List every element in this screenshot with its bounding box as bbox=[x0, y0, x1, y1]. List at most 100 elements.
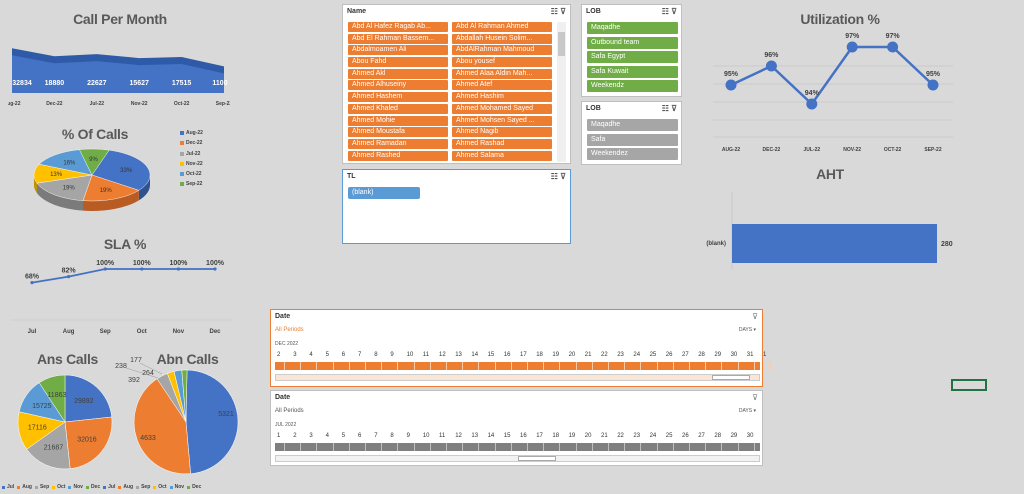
timeline-day-cell[interactable] bbox=[332, 362, 334, 370]
timeline-day-cell[interactable] bbox=[510, 443, 512, 451]
timeline-day-cell[interactable] bbox=[608, 443, 609, 451]
timeline-day-cell[interactable] bbox=[397, 362, 399, 370]
timeline-day-cell[interactable] bbox=[721, 362, 723, 370]
timeline-day-cell[interactable] bbox=[527, 362, 528, 370]
timeline-day-cell[interactable] bbox=[575, 362, 577, 370]
timeline-day-cell[interactable] bbox=[591, 443, 593, 451]
name-slicer-item[interactable]: Ahmed Mohie bbox=[348, 115, 448, 126]
timeline-day-cell[interactable] bbox=[640, 443, 642, 451]
lob-slicer-1-item[interactable]: Safa Egypt bbox=[587, 51, 678, 63]
lob-slicer-1-item[interactable]: Safa Kuwait bbox=[587, 65, 678, 78]
name-slicer-item[interactable]: AbdAlRahman Mahmoud bbox=[452, 45, 552, 56]
name-slicer-item[interactable]: Abou yousef bbox=[452, 57, 552, 68]
scrollbar-thumb[interactable] bbox=[712, 375, 750, 380]
timeline-day-cell[interactable] bbox=[381, 443, 383, 451]
timeline-day-cell[interactable] bbox=[705, 443, 707, 451]
clear-filter-icon[interactable]: ⊽ bbox=[752, 393, 758, 402]
timeline-day-cell[interactable] bbox=[510, 362, 512, 370]
timeline-day-cell[interactable] bbox=[494, 443, 496, 451]
clear-filter-icon[interactable]: ⊽ bbox=[671, 7, 677, 16]
timeline-day-cell[interactable] bbox=[705, 362, 707, 370]
name-slicer-item[interactable]: Ahmed Alaa Aldin Mah... bbox=[452, 68, 552, 79]
name-slicer-item[interactable]: Ahmed Khaled bbox=[348, 103, 448, 114]
timeline-2-unit-dropdown[interactable]: DAYS ▾ bbox=[739, 408, 756, 414]
name-slicer-item[interactable]: Ahmed Mohsen Sayed ... bbox=[452, 115, 552, 126]
timeline-day-cell[interactable] bbox=[478, 362, 480, 370]
timeline-day-cell[interactable] bbox=[284, 443, 285, 451]
timeline-day-cell[interactable] bbox=[365, 362, 366, 370]
tl-slicer[interactable]: TL ☷ ⊽ (blank) bbox=[342, 169, 571, 244]
timeline-day-cell[interactable] bbox=[624, 362, 626, 370]
name-slicer-item[interactable]: Abdallah Husein Solim... bbox=[452, 33, 552, 44]
timeline-day-cell[interactable] bbox=[284, 362, 285, 370]
timeline-day-cell[interactable] bbox=[559, 362, 561, 370]
name-slicer-item[interactable]: Ahmed Alhuseiny bbox=[348, 80, 448, 91]
timeline-day-cell[interactable] bbox=[656, 362, 658, 370]
timeline-day-cell[interactable] bbox=[608, 362, 609, 370]
clear-filter-icon[interactable]: ⊽ bbox=[671, 104, 677, 113]
name-slicer-item[interactable]: Ahmed Mohamed Sayed bbox=[452, 103, 552, 114]
timeline-1-unit-dropdown[interactable]: DAYS ▾ bbox=[739, 327, 756, 333]
multi-select-icon[interactable]: ☷ bbox=[662, 7, 669, 16]
lob-slicer-1-item[interactable]: Outbound team bbox=[587, 36, 678, 49]
name-slicer-item[interactable]: Ahmed Hashim bbox=[452, 92, 552, 103]
timeline-day-cell[interactable] bbox=[689, 443, 690, 451]
name-slicer-scrollbar[interactable] bbox=[557, 22, 566, 162]
timeline-day-cell[interactable] bbox=[413, 362, 415, 370]
timeline-1-scrollbar[interactable] bbox=[275, 374, 760, 381]
timeline-day-cell[interactable] bbox=[559, 443, 561, 451]
timeline-1-all-periods[interactable]: All Periods bbox=[275, 327, 304, 333]
name-slicer-item[interactable]: Ahmed Nagib bbox=[452, 127, 552, 138]
timeline-day-cell[interactable] bbox=[624, 443, 626, 451]
lob-slicer-2-item[interactable]: Maqadhe bbox=[587, 119, 678, 131]
name-slicer-item[interactable]: Ahmed Moustafa bbox=[348, 127, 448, 138]
timeline-day-cell[interactable] bbox=[332, 443, 334, 451]
name-slicer-item[interactable]: Ahmed Rashad bbox=[452, 138, 552, 149]
timeline-day-cell[interactable] bbox=[316, 443, 318, 451]
timeline-day-cell[interactable] bbox=[543, 443, 545, 451]
scrollbar-thumb[interactable] bbox=[518, 456, 556, 461]
date-timeline-2[interactable]: Date ⊽ All Periods DAYS ▾ JUL 2022 12345… bbox=[270, 390, 763, 466]
timeline-day-cell[interactable] bbox=[575, 443, 577, 451]
name-slicer-item[interactable]: Abou Fahd bbox=[348, 57, 448, 68]
name-slicer-item[interactable]: Ahmed Atef bbox=[452, 80, 552, 91]
timeline-day-cell[interactable] bbox=[462, 362, 464, 370]
scrollbar-thumb[interactable] bbox=[558, 32, 565, 56]
timeline-day-cell[interactable] bbox=[672, 362, 674, 370]
timeline-day-cell[interactable] bbox=[478, 443, 480, 451]
timeline-day-cell[interactable] bbox=[721, 443, 723, 451]
timeline-day-cell[interactable] bbox=[591, 362, 593, 370]
timeline-day-cell[interactable] bbox=[316, 362, 318, 370]
lob-slicer-1-item[interactable]: Maqadhe bbox=[587, 22, 678, 34]
clear-filter-icon[interactable]: ⊽ bbox=[560, 7, 566, 16]
lob-slicer-2[interactable]: LOB ☷ ⊽ Maqadhe Safa Weekendez bbox=[581, 101, 682, 165]
name-slicer-item[interactable]: Ahmed Salama bbox=[452, 150, 552, 161]
multi-select-icon[interactable]: ☷ bbox=[551, 7, 558, 16]
timeline-day-cell[interactable] bbox=[300, 362, 302, 370]
timeline-day-cell[interactable] bbox=[656, 443, 658, 451]
timeline-day-cell[interactable] bbox=[753, 443, 755, 451]
timeline-day-cell[interactable] bbox=[462, 443, 464, 451]
timeline-day-cell[interactable] bbox=[381, 362, 383, 370]
lob-slicer-2-item[interactable]: Weekendez bbox=[587, 148, 678, 160]
timeline-2-all-periods[interactable]: All Periods bbox=[275, 408, 304, 414]
timeline-day-cell[interactable] bbox=[413, 443, 415, 451]
timeline-day-cell[interactable] bbox=[737, 443, 739, 451]
name-slicer-item[interactable]: Ahmed Akl bbox=[348, 68, 448, 79]
timeline-day-cell[interactable] bbox=[753, 362, 755, 370]
timeline-1-bar[interactable] bbox=[275, 362, 771, 370]
clear-filter-icon[interactable]: ⊽ bbox=[560, 172, 566, 181]
name-slicer-item[interactable]: Abdalmoamen Ali bbox=[348, 45, 448, 56]
clear-filter-icon[interactable]: ⊽ bbox=[752, 312, 758, 321]
tl-item-blank[interactable]: (blank) bbox=[348, 187, 420, 199]
timeline-day-cell[interactable] bbox=[397, 443, 399, 451]
name-slicer[interactable]: Name ☷ ⊽ Abd Al Hafez Ragab Ab... Abd El … bbox=[342, 4, 571, 164]
timeline-day-cell[interactable] bbox=[527, 443, 528, 451]
name-slicer-item[interactable]: Abd El Rahman Bassem... bbox=[348, 33, 448, 44]
name-slicer-item[interactable]: Abd Al Rahman Ahmed bbox=[452, 22, 552, 32]
multi-select-icon[interactable]: ☷ bbox=[662, 104, 669, 113]
timeline-day-cell[interactable] bbox=[737, 362, 739, 370]
name-slicer-item[interactable]: Ahmed Hashem bbox=[348, 92, 448, 103]
name-slicer-item[interactable]: Abd Al Hafez Ragab Ab... bbox=[348, 22, 448, 32]
timeline-day-cell[interactable] bbox=[446, 362, 447, 370]
